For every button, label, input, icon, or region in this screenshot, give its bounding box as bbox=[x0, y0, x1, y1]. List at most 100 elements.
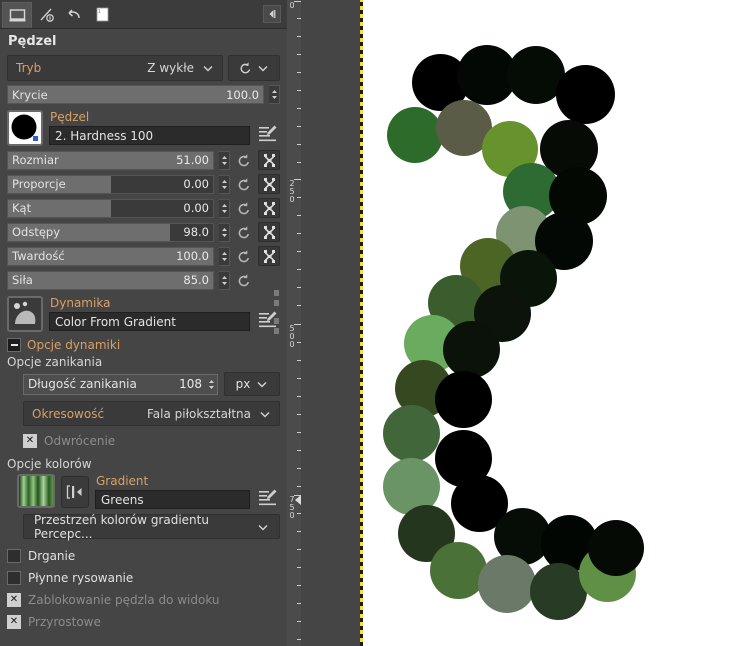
hardness-stepper[interactable] bbox=[219, 246, 230, 266]
fade-unit-combo[interactable]: px bbox=[224, 372, 280, 396]
aspect-stepper[interactable] bbox=[219, 174, 230, 194]
pressure-link-icon bbox=[263, 153, 275, 167]
mode-reset-button[interactable] bbox=[228, 55, 280, 81]
aspect-dynamics-toggle[interactable] bbox=[258, 174, 280, 194]
angle-reset-button[interactable] bbox=[235, 199, 253, 217]
aspect-slider[interactable]: Proporcje 0.00 bbox=[7, 174, 214, 194]
dynamics-options-expander[interactable]: Opcje dynamiki bbox=[7, 338, 280, 352]
slider-row: Odstępy 98.0 bbox=[7, 222, 280, 242]
size-reset-button[interactable] bbox=[235, 151, 253, 169]
chevron-down-icon bbox=[257, 381, 267, 388]
size-slider[interactable]: Rozmiar 51.00 bbox=[7, 150, 214, 170]
dock-scrollbar[interactable] bbox=[274, 290, 279, 410]
reset-icon bbox=[238, 201, 249, 214]
aspect-reset-button[interactable] bbox=[235, 175, 253, 193]
gimp-window: 1 Pędzel Tryb Z wykłe Krycie 100.0 Pędze… bbox=[0, 0, 740, 646]
reverse-checkbox[interactable]: ✕ bbox=[23, 434, 37, 448]
spacing-reset-button[interactable] bbox=[235, 223, 253, 241]
brush-dab bbox=[478, 555, 536, 613]
brush-thumbnail[interactable] bbox=[7, 110, 43, 146]
image-window: 0 250 500 750 bbox=[287, 0, 740, 646]
force-slider[interactable]: Siła 85.0 bbox=[7, 270, 214, 290]
slider-value: 85.0 bbox=[183, 273, 209, 287]
spinner-arrows-icon bbox=[221, 203, 227, 213]
opacity-label: Krycie bbox=[12, 87, 48, 102]
slider-row: Siła 85.0 bbox=[7, 270, 280, 290]
slider-row: Proporcje 0.00 bbox=[7, 174, 280, 194]
gradient-colorspace-combo[interactable]: Przestrzeń kolorów gradientu Percepc... bbox=[23, 513, 280, 541]
slider-value: 51.00 bbox=[176, 153, 209, 167]
spacing-dynamics-toggle[interactable] bbox=[258, 222, 280, 242]
pressure-link-icon bbox=[263, 201, 275, 215]
brush-preview-icon bbox=[9, 112, 41, 144]
dynamics-thumbnail[interactable] bbox=[7, 296, 43, 332]
size-stepper[interactable] bbox=[219, 150, 230, 170]
hardness-reset-button[interactable] bbox=[235, 247, 253, 265]
chevron-down-icon bbox=[258, 524, 268, 531]
dock-tab-bar: 1 bbox=[0, 0, 287, 29]
reverse-checkbox-row[interactable]: ✕ Odwrócenie bbox=[23, 430, 280, 452]
size-dynamics-toggle[interactable] bbox=[258, 150, 280, 170]
hardness-slider[interactable]: Twardość 100.0 bbox=[7, 246, 214, 266]
collapse-panel-button[interactable] bbox=[263, 5, 281, 23]
angle-dynamics-toggle[interactable] bbox=[258, 198, 280, 218]
slider-row: Rozmiar 51.00 bbox=[7, 150, 280, 170]
slider-label: Odstępy bbox=[12, 225, 61, 239]
dynamics-value[interactable]: Color From Gradient bbox=[49, 312, 250, 331]
tab-undo-history[interactable] bbox=[60, 2, 88, 27]
gradient-preview-icon bbox=[19, 476, 53, 506]
dynamics-field-column: Dynamika Color From Gradient bbox=[49, 296, 250, 331]
reverse-label: Odwrócenie bbox=[44, 434, 116, 448]
spacing-stepper[interactable] bbox=[219, 222, 230, 242]
fade-options-label: Opcje zanikania bbox=[7, 355, 103, 369]
force-pin-placeholder bbox=[258, 270, 280, 290]
tab-device-status[interactable] bbox=[32, 2, 60, 27]
pressure-link-icon bbox=[263, 177, 275, 191]
gradient-edit-button[interactable] bbox=[256, 486, 280, 510]
slider-label: Siła bbox=[12, 273, 33, 287]
dynamics-options-label: Opcje dynamiki bbox=[27, 338, 121, 352]
vertical-ruler[interactable]: 0 250 500 750 bbox=[287, 0, 302, 646]
fade-length-slider[interactable]: Długość zanikania 108 bbox=[23, 373, 218, 395]
gradient-value[interactable]: Greens bbox=[95, 490, 250, 509]
angle-slider[interactable]: Kąt 0.00 bbox=[7, 198, 214, 218]
brush-field-column: Pędzel 2. Hardness 100 bbox=[49, 110, 250, 145]
jitter-row[interactable]: Drganie bbox=[7, 545, 280, 567]
fade-length-stepper[interactable] bbox=[206, 375, 217, 394]
undo-history-icon bbox=[67, 9, 80, 19]
gradient-thumbnail[interactable] bbox=[17, 474, 55, 508]
opacity-stepper[interactable] bbox=[269, 85, 280, 104]
spacing-slider[interactable]: Odstępy 98.0 bbox=[7, 222, 214, 242]
force-stepper[interactable] bbox=[219, 270, 230, 290]
repeat-combo[interactable]: Okresowość Fala piłokształtna bbox=[23, 401, 280, 426]
canvas-viewport[interactable] bbox=[301, 0, 740, 646]
repeat-label: Okresowość bbox=[32, 406, 105, 421]
brush-edit-button[interactable] bbox=[256, 122, 280, 146]
angle-stepper[interactable] bbox=[219, 198, 230, 218]
lock-brush-row[interactable]: ✕ Zablokowanie pędzla do widoku bbox=[7, 589, 280, 611]
spinner-arrows-icon bbox=[221, 227, 227, 237]
incremental-checkbox[interactable]: ✕ bbox=[7, 615, 21, 629]
image-canvas[interactable] bbox=[360, 0, 740, 646]
brush-parameter-sliders: Rozmiar 51.00 Proporcje 0.00 Kąt 0.00 Od… bbox=[7, 150, 280, 290]
incremental-row[interactable]: ✕ Przyrostowe bbox=[7, 611, 280, 633]
fade-length-label: Długość zanikania bbox=[28, 377, 137, 391]
tab-images[interactable]: 1 bbox=[88, 2, 116, 27]
tab-tool-options[interactable] bbox=[2, 2, 32, 28]
smooth-stroke-label: Płynne rysowanie bbox=[28, 571, 134, 585]
gradient-reverse-button[interactable] bbox=[61, 476, 89, 508]
smooth-stroke-row[interactable]: Płynne rysowanie bbox=[7, 567, 280, 589]
hardness-dynamics-toggle[interactable] bbox=[258, 246, 280, 266]
force-reset-button[interactable] bbox=[235, 271, 253, 289]
brush-resource-row: Pędzel 2. Hardness 100 bbox=[7, 110, 280, 146]
fade-length-row: Długość zanikania 108 px bbox=[23, 372, 280, 396]
mode-combo[interactable]: Tryb Z wykłe bbox=[7, 55, 223, 81]
smooth-stroke-checkbox[interactable] bbox=[7, 571, 21, 585]
page-title: Pędzel bbox=[8, 34, 57, 49]
brush-value[interactable]: 2. Hardness 100 bbox=[49, 126, 250, 145]
lock-brush-checkbox[interactable]: ✕ bbox=[7, 593, 21, 607]
brush-dab bbox=[387, 107, 443, 163]
canvas-boundary bbox=[360, 0, 363, 646]
jitter-checkbox[interactable] bbox=[7, 549, 21, 563]
opacity-slider[interactable]: Krycie 100.0 bbox=[7, 85, 264, 104]
